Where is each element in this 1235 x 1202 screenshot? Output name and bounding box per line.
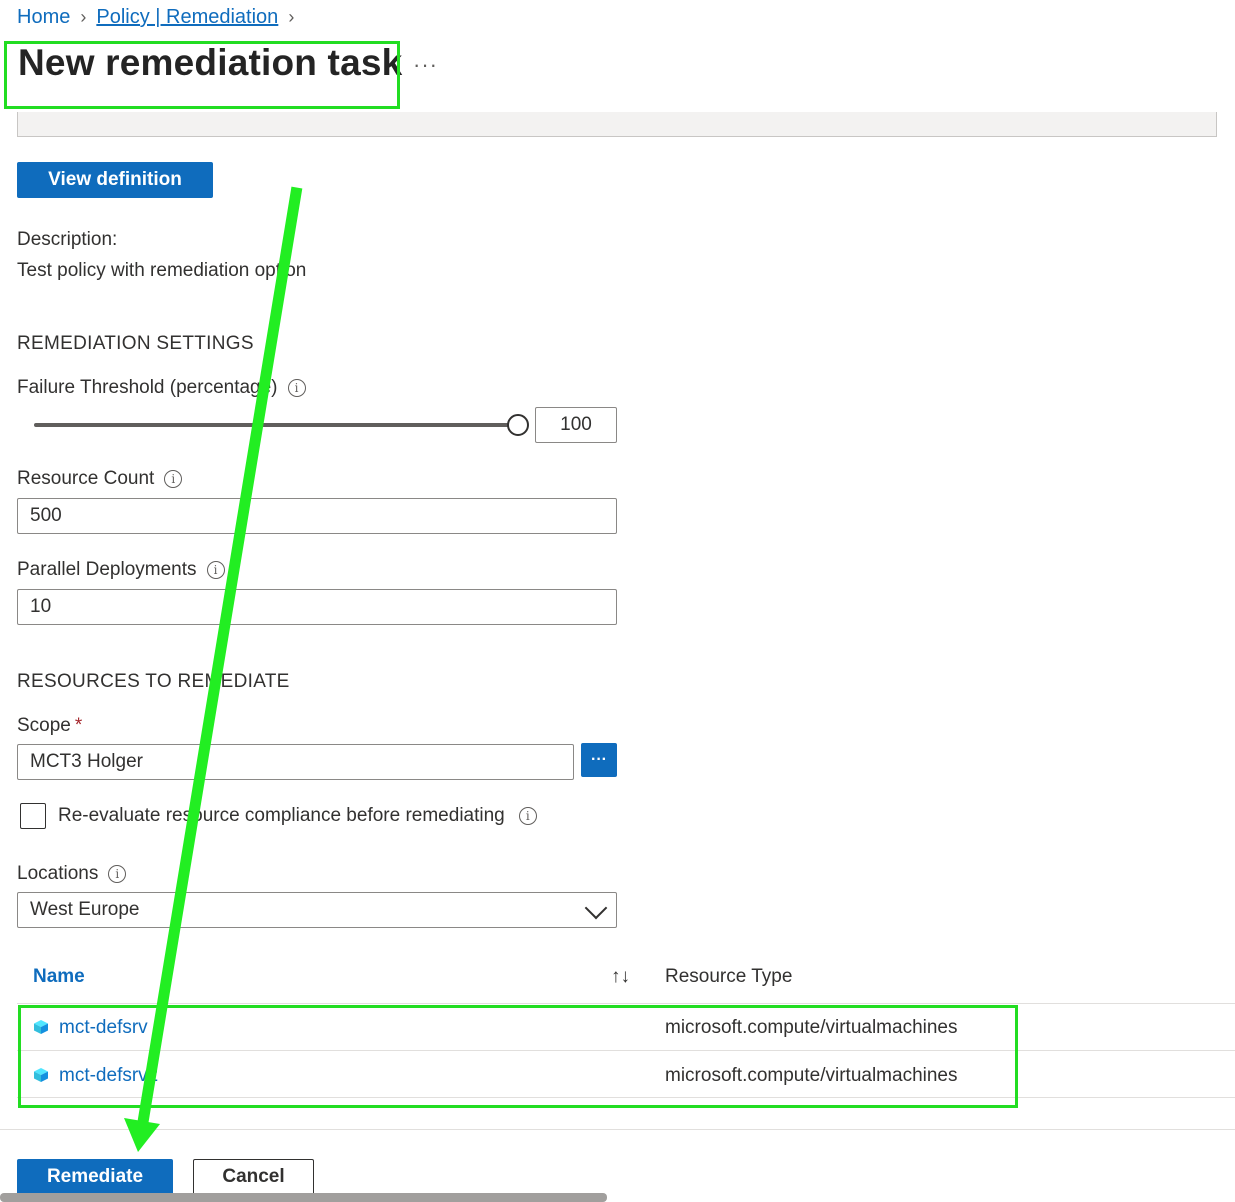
failure-threshold-text: Failure Threshold (percentage) bbox=[17, 377, 278, 398]
horizontal-scrollbar[interactable] bbox=[0, 1193, 607, 1202]
rows-highlight-box bbox=[18, 1005, 1018, 1108]
column-header-resource-type: Resource Type bbox=[665, 966, 793, 987]
table-divider bbox=[17, 1003, 1235, 1004]
column-header-name[interactable]: Name bbox=[33, 966, 85, 988]
resource-count-text: Resource Count bbox=[17, 468, 155, 489]
breadcrumb-home[interactable]: Home bbox=[17, 6, 70, 29]
breadcrumb-policy-remediation[interactable]: Policy | Remediation bbox=[96, 6, 278, 29]
footer-divider bbox=[0, 1129, 1235, 1130]
reevaluate-text: Re-evaluate resource compliance before r… bbox=[58, 805, 505, 826]
resources-to-remediate-heading: RESOURCES TO REMEDIATE bbox=[17, 671, 290, 692]
scope-label-text: Scope bbox=[17, 715, 71, 736]
policy-definition-field bbox=[17, 112, 1217, 137]
locations-text: Locations bbox=[17, 863, 99, 884]
view-definition-button[interactable]: View definition bbox=[17, 162, 213, 198]
breadcrumb: Home › Policy | Remediation › bbox=[17, 6, 294, 29]
failure-threshold-slider-track[interactable] bbox=[34, 423, 518, 427]
locations-selected-value: West Europe bbox=[30, 899, 140, 920]
locations-label: Locations i bbox=[17, 863, 127, 885]
info-icon[interactable]: i bbox=[108, 865, 127, 883]
parallel-deployments-text: Parallel Deployments bbox=[17, 559, 197, 580]
cancel-button[interactable]: Cancel bbox=[193, 1159, 314, 1195]
resource-count-input[interactable]: 500 bbox=[17, 498, 617, 534]
resource-count-label: Resource Count i bbox=[17, 468, 183, 490]
scope-input[interactable]: MCT3 Holger bbox=[17, 744, 574, 780]
description-label: Description: bbox=[17, 229, 118, 250]
remediation-settings-heading: REMEDIATION SETTINGS bbox=[17, 333, 254, 354]
reevaluate-label: Re-evaluate resource compliance before r… bbox=[58, 805, 537, 827]
remediate-button[interactable]: Remediate bbox=[17, 1159, 173, 1195]
info-icon[interactable]: i bbox=[206, 561, 225, 579]
chevron-down-icon bbox=[584, 896, 608, 920]
info-icon[interactable]: i bbox=[164, 470, 183, 488]
failure-threshold-input[interactable]: 100 bbox=[535, 407, 617, 443]
scope-label: Scope * bbox=[17, 715, 82, 737]
sort-icon[interactable]: ↑↓ bbox=[611, 966, 630, 988]
locations-dropdown[interactable]: West Europe bbox=[17, 892, 617, 928]
scope-browse-button[interactable]: ··· bbox=[581, 743, 617, 777]
parallel-deployments-input[interactable]: 10 bbox=[17, 589, 617, 625]
title-highlight-box bbox=[4, 41, 400, 109]
description-text: Test policy with remediation option bbox=[17, 260, 307, 281]
failure-threshold-label: Failure Threshold (percentage) i bbox=[17, 377, 306, 399]
info-icon[interactable]: i bbox=[287, 379, 306, 397]
info-icon[interactable]: i bbox=[518, 807, 537, 825]
reevaluate-checkbox[interactable] bbox=[20, 803, 46, 829]
more-options-button[interactable]: ··· bbox=[413, 52, 438, 78]
parallel-deployments-label: Parallel Deployments i bbox=[17, 559, 225, 581]
required-marker: * bbox=[74, 715, 83, 736]
failure-threshold-slider-thumb[interactable] bbox=[507, 414, 529, 436]
chevron-right-icon: › bbox=[288, 7, 295, 27]
chevron-right-icon: › bbox=[80, 7, 87, 27]
